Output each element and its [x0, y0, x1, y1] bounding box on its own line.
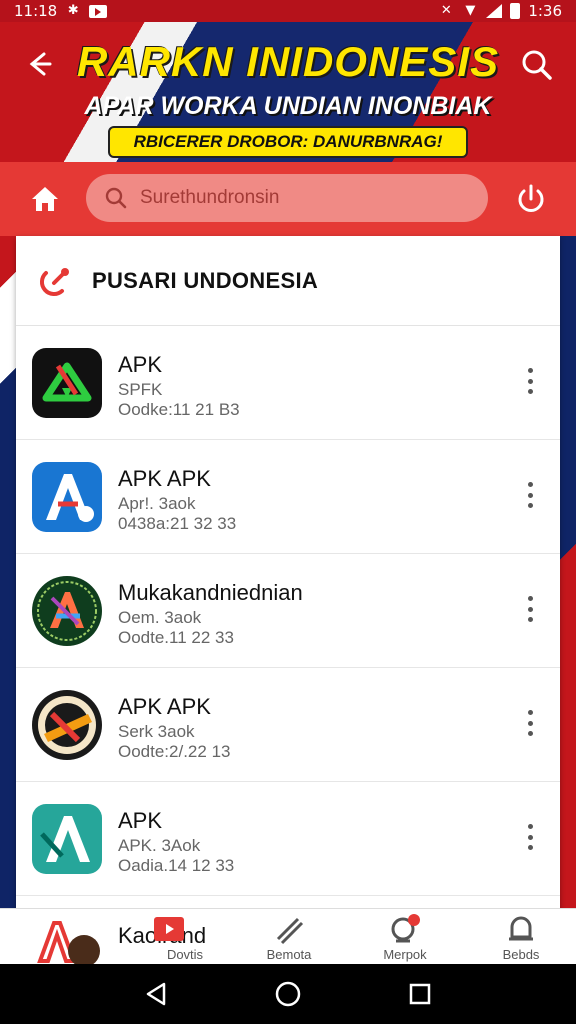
section-header: PUSARI UNDONESIA [16, 236, 560, 326]
more-options-button[interactable] [520, 822, 540, 852]
list-item[interactable]: APK APK Serk 3aok Oodte:2/.22 13 [16, 668, 560, 782]
app-code: Oodte:2/.22 13 [118, 742, 231, 761]
app-type: Serk 3aok [118, 722, 195, 741]
app-code: Oodke:11 21 B3 [118, 400, 240, 419]
home-icon [32, 187, 58, 211]
list-item[interactable]: APK APK. 3Aok Oadia.14 12 33 [16, 782, 560, 896]
wifi-icon: ▼ [465, 3, 476, 18]
search-icon [522, 50, 552, 80]
status-bar: 11:18 ✱ ✕ ▼ 1:36 [0, 0, 576, 22]
wrench-badge-icon [32, 690, 102, 760]
teal-a-icon [32, 804, 102, 874]
letter-a-icon [32, 462, 102, 532]
signal-icon [486, 4, 503, 18]
app-info: APK SPFK Oodke:11 21 B3 [118, 352, 240, 420]
home-circle-icon[interactable] [274, 980, 302, 1008]
nav-item-merpok[interactable]: Merpok [360, 909, 450, 965]
app-info: APK APK Serk 3aok Oodte:2/.22 13 [118, 694, 230, 762]
search-input[interactable] [140, 187, 440, 209]
search-bar[interactable] [86, 174, 488, 222]
bell-icon [509, 916, 533, 941]
power-icon [518, 184, 544, 212]
banner-subtitle: APAR WORKA UNDIAN INONBIAK [84, 92, 492, 120]
search-icon [105, 187, 127, 209]
recents-square-icon[interactable] [406, 980, 434, 1008]
youtube-notification-icon [89, 4, 108, 18]
header-banner: RARKN INIDONESIS APAR WORKA UNDIAN INONB… [0, 22, 576, 162]
search-button[interactable] [520, 48, 554, 82]
peek-app-item[interactable] [30, 909, 110, 967]
app-type: APK. 3Aok [118, 836, 201, 855]
app-info: Mukakandniednian Oem. 3aok Oodte.11 22 3… [118, 580, 303, 648]
app-type: Apr!. 3aok [118, 494, 196, 513]
support-icon [391, 914, 420, 943]
status-time-right: 1:36 [528, 2, 562, 20]
video-icon [154, 917, 184, 941]
nav-label: Dovtis [166, 947, 204, 962]
list-item[interactable]: APK SPFK Oodke:11 21 B3 [16, 326, 560, 440]
more-options-button[interactable] [520, 480, 540, 510]
satellite-dish-icon [39, 267, 69, 296]
bottom-navigation: Kaolrand Dovtis Bemota Merpok [0, 908, 576, 967]
more-options-button[interactable] [520, 594, 540, 624]
banner-tagline: RBICERER DROBOR: DANURBNRAG! [108, 126, 468, 158]
back-triangle-icon[interactable] [142, 980, 170, 1008]
app-type: Oem. 3aok [118, 608, 202, 627]
mute-icon: ✕ [440, 3, 452, 18]
app-name: APK [118, 352, 163, 377]
app-logo-icon [37, 921, 100, 967]
nav-label: Bebds [502, 947, 540, 962]
nav-item-bebds[interactable]: Bebds [476, 909, 566, 965]
app-code: Oadia.14 12 33 [118, 856, 235, 875]
home-button[interactable] [26, 180, 64, 218]
status-time: 11:18 [14, 2, 58, 20]
app-code: Oodte.11 22 33 [118, 628, 234, 647]
more-options-button[interactable] [520, 366, 540, 396]
app-name: Mukakandniednian [118, 580, 303, 605]
power-button[interactable] [512, 180, 550, 218]
app-name: APK [118, 808, 163, 833]
more-options-button[interactable] [520, 708, 540, 738]
download-arrow-icon [32, 348, 102, 418]
list-item[interactable]: APK APK Apr!. 3aok 0438a:21 32 33 [16, 440, 560, 554]
app-name: APK APK [118, 466, 211, 491]
app-info: APK APK Apr!. 3aok 0438a:21 32 33 [118, 466, 236, 534]
list-item[interactable]: Mukakandniednian Oem. 3aok Oodte.11 22 3… [16, 554, 560, 668]
app-type: SPFK [118, 380, 163, 399]
system-navigation-bar [0, 964, 576, 1024]
battery-icon [510, 3, 521, 19]
bluetooth-icon: ✱ [67, 3, 79, 18]
app-name: APK APK [118, 694, 211, 719]
app-info: APK APK. 3Aok Oadia.14 12 33 [118, 808, 234, 876]
tools-icon [276, 917, 304, 945]
app-list-card: PUSARI UNDONESIA APK SPFK Oodke:11 21 B3 [16, 236, 560, 916]
toolbar [0, 162, 576, 236]
nav-item-bemota[interactable]: Bemota [244, 909, 334, 965]
banner-title: RARKN INIDONESIS [76, 38, 500, 85]
nav-label: Bemota [266, 947, 312, 962]
nav-item-dovtis[interactable]: Dovtis [140, 909, 230, 965]
nav-label: Merpok [383, 947, 427, 962]
app-screen: 11:18 ✱ ✕ ▼ 1:36 RARKN INIDONESIS APAR W… [0, 0, 576, 1024]
colorful-a-badge-icon [32, 576, 102, 646]
app-code: 0438a:21 32 33 [118, 514, 237, 533]
section-title: PUSARI UNDONESIA [92, 267, 319, 293]
